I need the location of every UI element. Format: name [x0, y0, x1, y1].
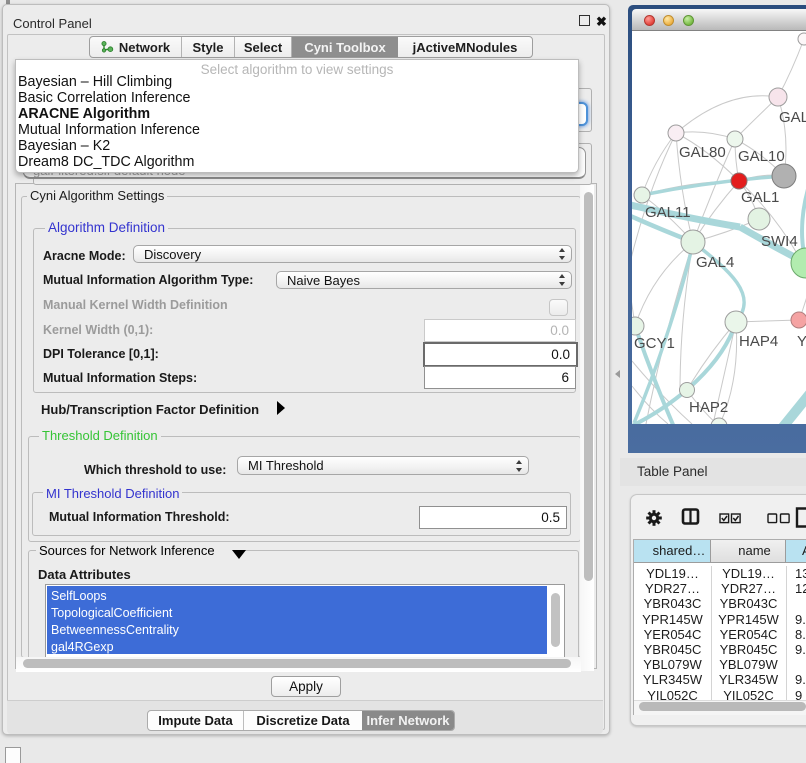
svg-text:GAL11: GAL11 [645, 204, 691, 221]
svg-text:GAL: GAL [779, 109, 806, 126]
svg-text:HAP2: HAP2 [689, 399, 728, 416]
svg-text:GAL1: GAL1 [741, 189, 779, 206]
svg-text:HAP4: HAP4 [739, 333, 778, 350]
svg-text:GAL10: GAL10 [738, 148, 785, 165]
svg-text:Y: Y [797, 333, 806, 350]
svg-text:GCY1: GCY1 [634, 335, 675, 352]
svg-text:GAL4: GAL4 [696, 254, 734, 271]
svg-text:GAL80: GAL80 [679, 144, 726, 161]
svg-text:SWI4: SWI4 [761, 233, 798, 250]
